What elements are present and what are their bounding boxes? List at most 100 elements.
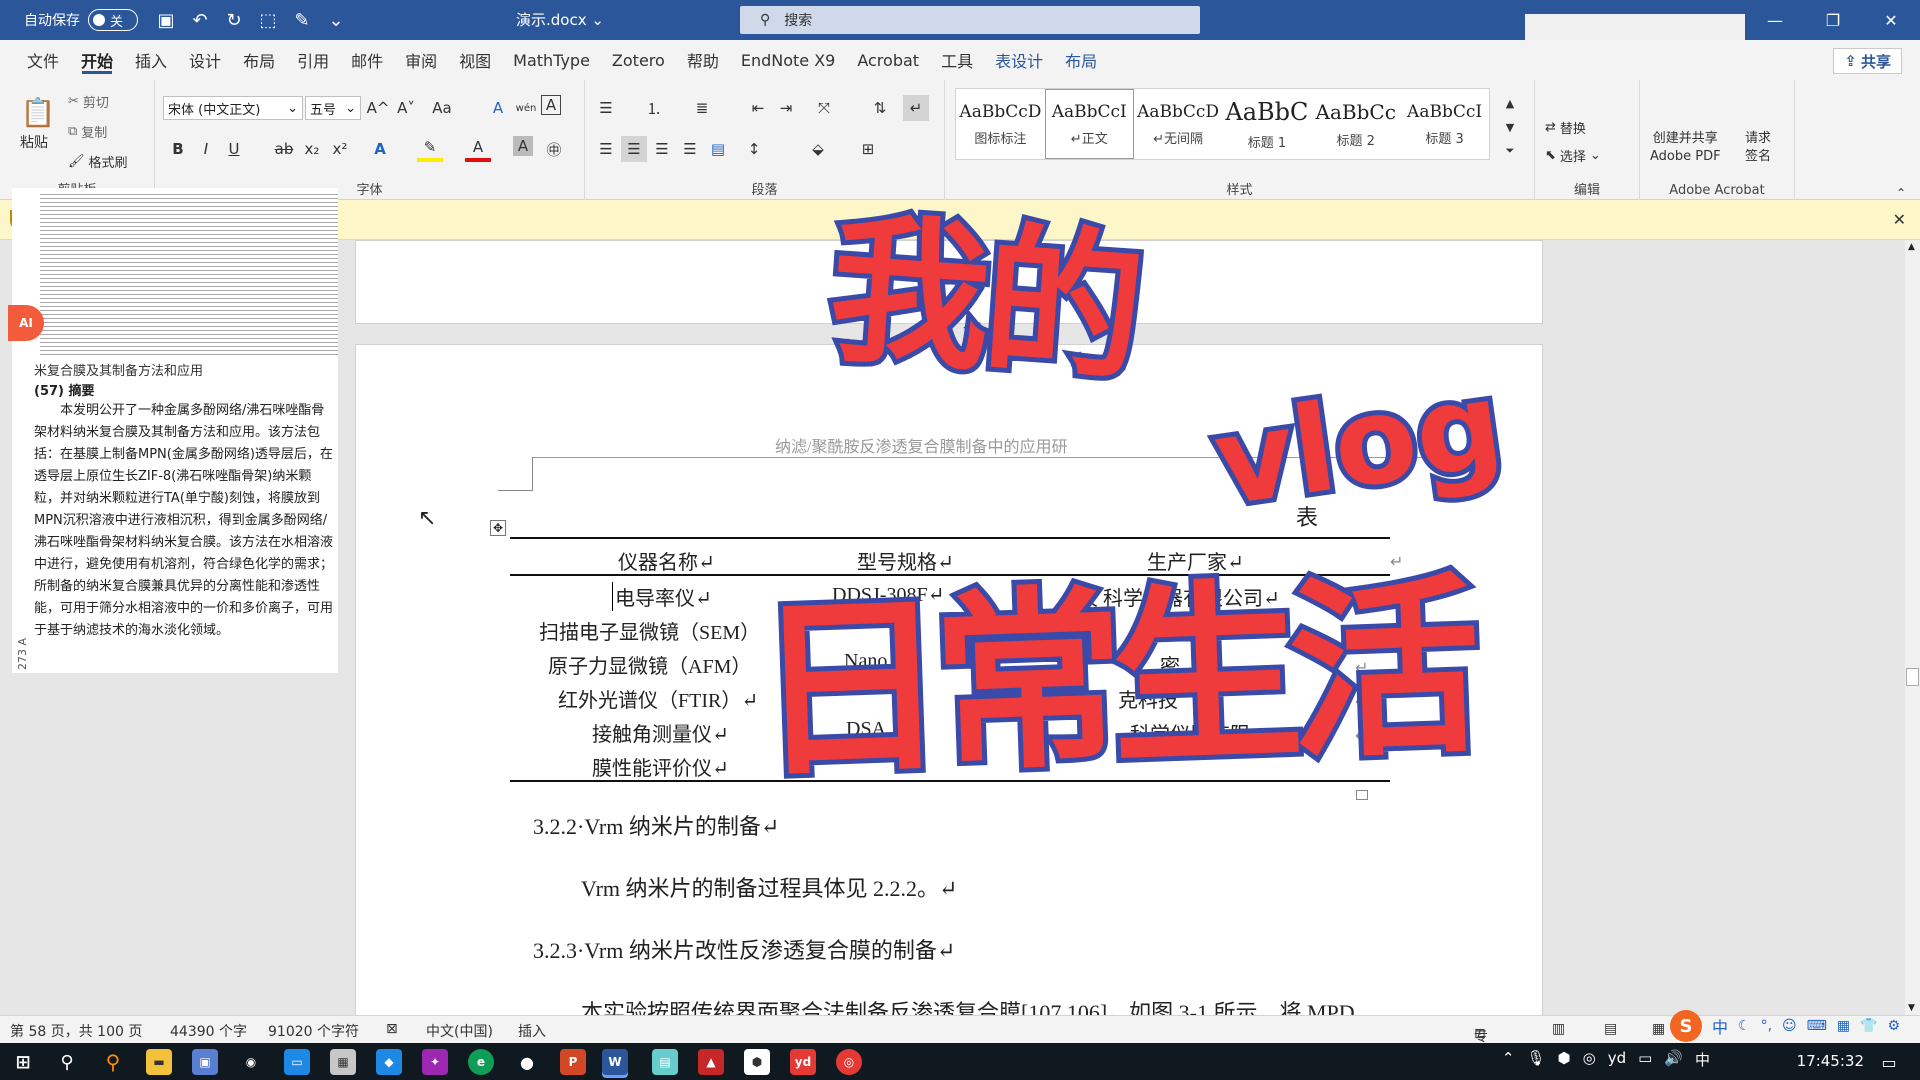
volume-icon[interactable]: 🔊 [1664,1049,1683,1070]
char-shading-icon[interactable]: A [513,136,533,156]
microphone-icon[interactable]: 🎙 [1526,1049,1545,1070]
tab-mailings[interactable]: 邮件 [340,40,394,80]
style-heading-3[interactable]: AaBbCcI 标题 3 [1400,89,1489,159]
subscript-icon[interactable]: x₂ [299,136,325,162]
web-layout-icon[interactable]: ▦ [1652,1021,1665,1037]
toolbox-icon[interactable]: ▦ [1837,1018,1850,1034]
ai-assistant-icon[interactable]: AI [8,305,44,341]
select-button[interactable]: ⬉ 选择 ⌄ [1545,146,1601,165]
proofing-icon[interactable]: ⊠ [386,1021,398,1037]
app-icon[interactable]: ▭ [284,1049,310,1075]
tab-insert[interactable]: 插入 [124,40,178,80]
chevron-up-icon[interactable]: ⌃ [1502,1049,1515,1070]
borders-icon[interactable]: ⊞ [855,136,881,162]
punctuation-icon[interactable]: °, [1761,1018,1772,1034]
asian-layout-icon[interactable]: ⤧ [811,95,837,121]
style-normal[interactable]: AaBbCcI ↵正文 [1044,89,1134,159]
skin-icon[interactable]: 👕 [1860,1018,1877,1034]
format-painter-button[interactable]: 🖌 格式刷 [68,152,128,171]
app-icon[interactable]: ◎ [836,1049,862,1075]
youdao-icon[interactable]: yd [790,1049,816,1075]
styles-more-icon[interactable]: ⏷ [1497,138,1523,164]
vertical-scrollbar[interactable]: ▲ ▼ [1905,240,1920,1015]
enclose-char-icon[interactable]: ㊥ [541,136,567,162]
tab-mathtype[interactable]: MathType [502,40,601,80]
word-icon[interactable]: W [602,1049,628,1075]
calculator-icon[interactable]: ▦ [330,1049,356,1075]
align-right-icon[interactable]: ☰ [649,136,675,162]
paste-icon[interactable]: 📋 [20,92,56,132]
shading-icon[interactable]: ⬙ [805,136,831,162]
tab-endnote[interactable]: EndNote X9 [730,40,847,80]
bold-icon[interactable]: B [165,136,191,162]
tab-view[interactable]: 视图 [448,40,502,80]
increase-indent-icon[interactable]: ⇥ [773,95,799,121]
ime-indicator[interactable]: 中 [1695,1049,1710,1070]
decrease-indent-icon[interactable]: ⇤ [745,95,771,121]
edge-browser-icon[interactable]: e [468,1049,494,1075]
app-icon[interactable]: ▤ [652,1049,678,1075]
create-pdf-button[interactable]: 创建并共享 Adobe PDF [1650,130,1721,166]
char-border-icon[interactable]: A [541,95,561,115]
tab-acrobat[interactable]: Acrobat [846,40,930,80]
bullets-icon[interactable]: ☰ [593,95,619,121]
emoji-icon[interactable]: ☺ [1782,1018,1797,1034]
tray-app-icon[interactable]: ⬢ [1558,1049,1571,1070]
windows-start-icon[interactable]: ⊞ [10,1049,36,1075]
tray-app-icon[interactable]: ◎ [1583,1049,1596,1070]
autosave-toggle[interactable]: 关 [88,9,138,31]
table-cell[interactable]: 扫描电子显微镜（SEM） [539,616,760,645]
align-left-icon[interactable]: ☰ [593,136,619,162]
restore-icon[interactable]: ❐ [1804,0,1862,40]
tab-file[interactable]: 文件 [16,40,70,80]
save-icon[interactable]: ▣ [152,6,180,34]
tab-help[interactable]: 帮助 [676,40,730,80]
app-icon[interactable]: ▲ [698,1049,724,1075]
table-move-handle-icon[interactable]: ✥ [490,520,506,536]
styles-scroll-up-icon[interactable]: ▲ [1497,90,1523,116]
shrink-font-icon[interactable]: A˅ [393,95,419,121]
app-icon[interactable]: ▣ [192,1049,218,1075]
app-icon[interactable]: ◉ [238,1049,264,1075]
tab-review[interactable]: 审阅 [394,40,448,80]
ime-lang[interactable]: 中 [1712,1014,1728,1038]
customize-icon[interactable]: ⌄ [322,6,350,34]
tab-tools[interactable]: 工具 [930,40,984,80]
tab-home[interactable]: 开始 [70,40,124,80]
document-title[interactable]: 演示.docx ⌄ [516,9,604,30]
style-no-spacing[interactable]: AaBbCcD ↵无间隔 [1134,89,1223,159]
print-layout-icon[interactable]: ▤ [1604,1021,1617,1037]
align-center-icon[interactable]: ☰ [621,136,647,162]
numbering-icon[interactable]: ⒈ [641,95,667,121]
style-caption[interactable]: AaBbCcD 图标标注 [956,89,1045,159]
phonetic-guide-icon[interactable]: wén [513,95,539,121]
justify-icon[interactable]: ☰ [677,136,703,162]
settings-icon[interactable]: ⚙ [1888,1018,1901,1034]
copy-button[interactable]: ⧉ 复制 [68,122,107,141]
app-icon[interactable]: ✦ [422,1049,448,1075]
grow-font-icon[interactable]: A^ [365,95,391,121]
table-cell[interactable]: 红外光谱仪（FTIR）↵ [558,684,758,713]
font-size-select[interactable]: 五号 ⌄ [305,96,361,120]
strikethrough-icon[interactable]: ab [271,136,297,162]
font-color-icon[interactable]: A [465,136,491,162]
insert-mode[interactable]: 插入 [518,1021,546,1041]
app-icon[interactable]: ⬢ [744,1049,770,1075]
table-resize-handle[interactable] [1356,790,1368,800]
github-icon[interactable]: ● [514,1049,540,1075]
superscript-icon[interactable]: x² [327,136,353,162]
minimize-icon[interactable]: — [1746,0,1804,40]
search-icon[interactable]: ⚲ [54,1049,80,1075]
sogou-logo-icon[interactable]: S [1670,1010,1702,1042]
share-button[interactable]: ⇪ 共享 [1833,48,1902,74]
clock[interactable]: 17:45:32 [1797,1052,1864,1070]
show-marks-icon[interactable]: ↵ [903,95,929,121]
tab-design[interactable]: 设计 [178,40,232,80]
file-explorer-icon[interactable]: ▬ [146,1049,172,1075]
tab-layout[interactable]: 布局 [232,40,286,80]
powerpoint-icon[interactable]: P [560,1049,586,1075]
italic-icon[interactable]: I [193,136,219,162]
touch-mode-icon[interactable]: ⬚ [254,6,282,34]
paste-button[interactable]: 粘贴 [20,132,48,152]
youdao-tray-icon[interactable]: yd [1608,1049,1626,1070]
